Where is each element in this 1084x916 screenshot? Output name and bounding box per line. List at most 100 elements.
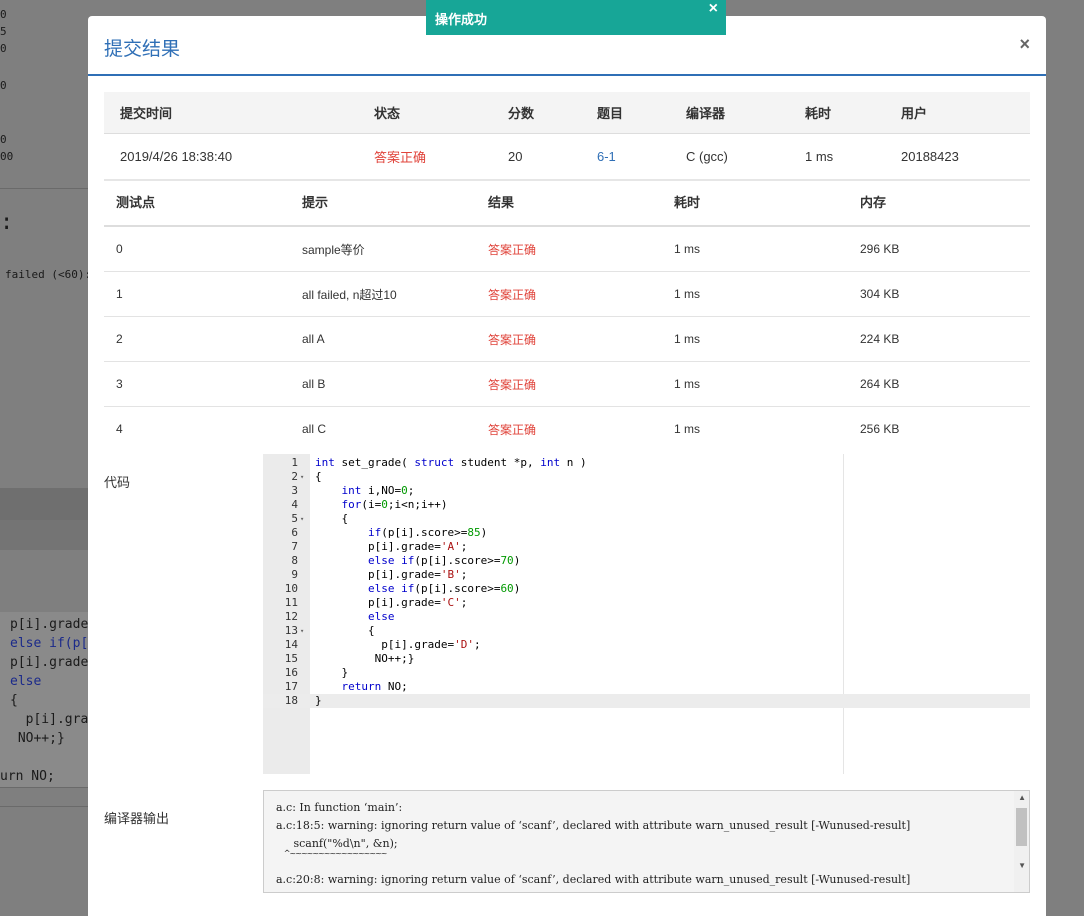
fold-arrow-icon[interactable]: ▾	[300, 470, 304, 484]
testcase-memory: 296 KB	[848, 226, 1030, 272]
vertical-scrollbar[interactable]: ▲ ▼	[1014, 791, 1029, 892]
testcase-time: 1 ms	[662, 316, 848, 362]
testcase-memory: 256 KB	[860, 422, 900, 436]
bg-divider	[0, 787, 88, 788]
compiler-output-line: ^~~~~~~~~~~~~~~~~~	[276, 849, 388, 858]
testcase-id: 3	[104, 361, 290, 407]
compiler-output-textarea[interactable]: a.c: In function ‘main’: a.c:18:5: warni…	[263, 790, 1030, 893]
bg-number: 0	[0, 79, 7, 92]
modal-title: 提交结果	[104, 39, 181, 60]
code-text: else if(p[i].score>=60)	[367, 582, 521, 595]
code-text: {	[315, 470, 322, 483]
bg-number: 0	[0, 8, 7, 21]
bg-code-line: else	[10, 674, 42, 689]
table-row: 4 all C 答案正确 1 ms 256 KB	[104, 407, 1030, 452]
col-header: 耗时	[789, 92, 885, 134]
bg-number: 0	[0, 42, 7, 55]
line-number: 10	[284, 582, 298, 595]
bg-band	[0, 488, 88, 520]
code-text: {	[315, 512, 349, 525]
line-number: 3	[291, 484, 298, 497]
code-text: p[i].grade='D';	[315, 638, 481, 651]
testcase-result: 答案正确	[476, 226, 662, 272]
close-icon[interactable]: ×	[1019, 34, 1030, 55]
success-toast: 操作成功 ×	[426, 0, 726, 35]
code-line: 17 return NO;	[263, 680, 1030, 694]
code-text: for(i=0;i<n;i++)	[341, 498, 448, 511]
testcase-result: 答案正确	[476, 316, 662, 362]
line-number: 7	[291, 540, 298, 553]
table-row: 2 all A 答案正确 1 ms 224 KB	[104, 316, 1030, 362]
code-line: 10 else if(p[i].score>=60)	[263, 582, 1030, 596]
fold-arrow-icon[interactable]: ▾	[300, 512, 304, 526]
code-text: p[i].grade='B';	[315, 568, 468, 581]
compiler-output-line: a.c: In function ‘main’:	[276, 801, 403, 814]
testcase-time: 1 ms	[674, 422, 701, 436]
code-text: return NO;	[341, 680, 408, 693]
code-text: }	[315, 694, 322, 707]
table-row: 0 sample等价 答案正确 1 ms 296 KB	[104, 226, 1030, 272]
code-text: }	[315, 666, 349, 679]
code-text: int set_grade( struct student *p, int n …	[315, 456, 587, 469]
line-number: 1	[291, 456, 298, 469]
toast-close-icon[interactable]: ×	[709, 0, 718, 18]
testcase-time: 1 ms	[662, 361, 848, 407]
testcase-hint: all failed, n超过10	[290, 271, 476, 317]
toast-message: 操作成功	[435, 12, 488, 27]
code-line: 11 p[i].grade='C';	[263, 596, 1030, 610]
elapsed-time: 1 ms	[789, 133, 885, 181]
testcase-time: 1 ms	[662, 226, 848, 272]
testcase-result: 答案正确	[488, 422, 537, 437]
bg-number: 00	[0, 150, 14, 163]
code-editor[interactable]: 1 int set_grade( struct student *p, int n…	[263, 454, 1030, 774]
code-line: 13 ▾ {	[263, 624, 1030, 638]
code-line: 18}	[263, 694, 1030, 708]
line-number: 11	[284, 596, 298, 609]
bg-code-line: p[i].grad	[10, 712, 97, 727]
code-text: {	[315, 624, 375, 637]
code-text: p[i].grade='C';	[315, 596, 468, 609]
bg-code-line: {	[10, 693, 18, 708]
bg-number: 0	[0, 133, 7, 146]
compiler-output-line: a.c:18:5: warning: ignoring return value…	[276, 819, 911, 832]
line-number: 16	[284, 666, 298, 679]
code-line: 9 p[i].grade='B';	[263, 568, 1030, 582]
testcase-hint: sample等价	[290, 226, 476, 272]
submit-time: 2019/4/26 18:38:40	[104, 133, 358, 181]
testcase-id: 4	[116, 422, 123, 436]
testcase-memory: 224 KB	[848, 316, 1030, 362]
table-row: 2019/4/26 18:38:40 答案正确 20 6-1 C (gcc) 1…	[104, 133, 1030, 181]
fold-arrow-icon[interactable]: ▾	[300, 624, 304, 638]
line-number: 4	[291, 498, 298, 511]
bg-failed-text: failed (<60):	[5, 268, 92, 281]
testcase-table: 测试点 提示 结果 耗时 内存 0 sample等价 答案正确 1 ms 296…	[104, 178, 1030, 451]
bg-code-line: NO++;}	[10, 731, 65, 746]
line-number: 9	[291, 568, 298, 581]
col-header: 题目	[581, 92, 670, 134]
code-text: if(p[i].score>=85)	[367, 526, 488, 539]
line-number: 12	[284, 610, 298, 623]
table-row: 3 all B 答案正确 1 ms 264 KB	[104, 361, 1030, 407]
bg-divider	[0, 806, 88, 807]
testcase-id: 1	[104, 271, 290, 317]
bg-code-line: p[i].grade	[10, 655, 89, 670]
code-line: 8 else if(p[i].score>=70)	[263, 554, 1030, 568]
testcase-time: 1 ms	[662, 271, 848, 317]
col-header: 编译器	[670, 92, 789, 134]
scroll-down-icon[interactable]: ▼	[1018, 861, 1026, 870]
testcase-memory: 264 KB	[848, 361, 1030, 407]
code-line: 4 for(i=0;i<n;i++)	[263, 498, 1030, 512]
scroll-up-icon[interactable]: ▲	[1018, 793, 1026, 802]
testcase-result: 答案正确	[476, 271, 662, 317]
compiler-output-label: 编译器输出	[104, 811, 170, 826]
col-header: 结果	[476, 178, 662, 227]
submission-table: 提交时间 状态 分数 题目 编译器 耗时 用户 2019/4/26 18:38:…	[104, 92, 1030, 181]
scroll-thumb[interactable]	[1016, 808, 1027, 846]
testcase-hint: all B	[290, 361, 476, 407]
testcase-id: 2	[104, 316, 290, 362]
line-number: 18	[284, 694, 298, 707]
code-text: else if(p[i].score>=70)	[367, 554, 521, 567]
code-line: 2 ▾ {	[263, 470, 1030, 484]
problem-link[interactable]: 6-1	[581, 133, 670, 181]
code-label: 代码	[104, 475, 131, 490]
